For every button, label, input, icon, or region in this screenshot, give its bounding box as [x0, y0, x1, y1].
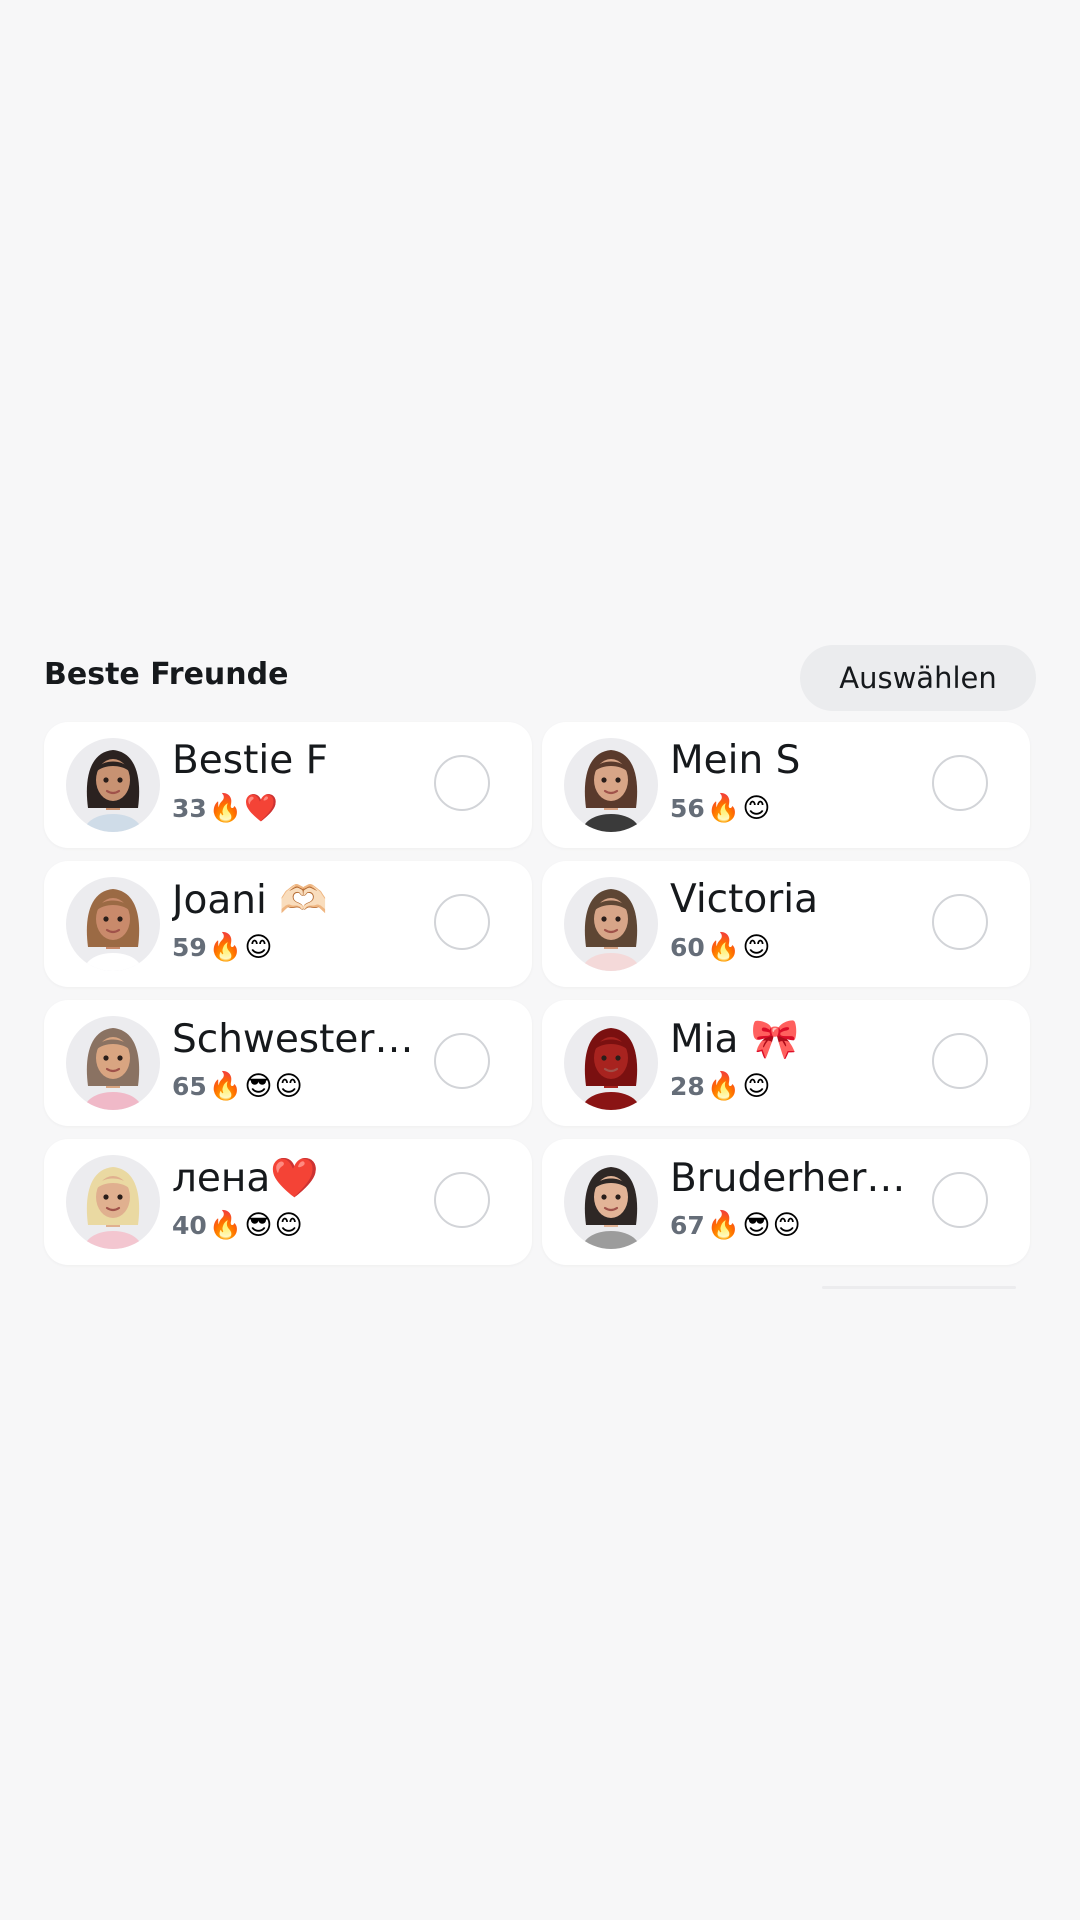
- streak-count: 33: [172, 794, 207, 823]
- streak-emoji-icon: 🔥: [208, 1071, 243, 1102]
- bitmoji-avatar: [564, 738, 658, 832]
- bitmoji-avatar: [66, 1155, 160, 1249]
- streak-emoji-icon: 😊: [274, 1071, 303, 1102]
- streak-emoji-icon: 🔥: [208, 1210, 243, 1241]
- friend-name: лена❤️: [172, 1156, 319, 1201]
- select-radio[interactable]: [434, 1033, 490, 1089]
- best-friends-header: Beste Freunde Auswählen: [44, 645, 1036, 711]
- streak-emoji-icon: 🔥: [706, 1071, 741, 1102]
- select-radio[interactable]: [932, 894, 988, 950]
- streak-emoji-icon: 😊: [742, 932, 771, 963]
- select-radio[interactable]: [434, 755, 490, 811]
- streak-emoji-icon: 🔥: [706, 793, 741, 824]
- streak-info: 65 🔥 😎 😊: [172, 1072, 303, 1101]
- friend-name: Schwester 🌸: [172, 1017, 422, 1062]
- bitmoji-avatar: [66, 738, 160, 832]
- friend-card[interactable]: Bruderherz 💙 67 🔥😎😊: [542, 1139, 1030, 1265]
- streak-emoji-icon: 😊: [772, 1210, 801, 1241]
- friend-name: Mein S: [670, 738, 801, 783]
- streak-info: 56 🔥 😊: [670, 794, 771, 823]
- friend-card[interactable]: Joani 🫶🏻 59 🔥 😊: [44, 861, 532, 987]
- friend-card[interactable]: лена❤️ 40 🔥 😎 😊: [44, 1139, 532, 1265]
- bitmoji-avatar: [564, 877, 658, 971]
- friend-card[interactable]: Mia 🎀 28 🔥 😊: [542, 1000, 1030, 1126]
- select-radio[interactable]: [434, 1172, 490, 1228]
- friend-name: Joani 🫶🏻: [172, 878, 328, 923]
- streak-count: 65: [172, 1072, 207, 1101]
- streak-info: 60 🔥 😊: [670, 933, 771, 962]
- streak-info: 28 🔥 😊: [670, 1072, 771, 1101]
- streak-emoji-icon: 🔥: [208, 793, 243, 824]
- select-button[interactable]: Auswählen: [800, 645, 1036, 711]
- select-radio[interactable]: [932, 755, 988, 811]
- streak-emoji-icon: 😊: [274, 1210, 303, 1241]
- friend-name: Victoria: [670, 877, 819, 922]
- streak-info: 59 🔥 😊: [172, 933, 273, 962]
- streak-emoji-icon: 😊: [244, 932, 273, 963]
- scroll-indicator: [822, 1286, 1016, 1289]
- streak-info: 40 🔥 😎 😊: [172, 1211, 303, 1240]
- friend-card[interactable]: Schwester 🌸 65 🔥 😎 😊: [44, 1000, 532, 1126]
- streak-emoji-icon: 🔥: [208, 932, 243, 963]
- streak-count: 59: [172, 933, 207, 962]
- section-title: Beste Freunde: [44, 657, 289, 692]
- streak-emoji-icon: 🔥: [706, 1210, 741, 1241]
- friend-name: Bruderherz 💙: [670, 1156, 920, 1201]
- select-radio[interactable]: [932, 1033, 988, 1089]
- streak-count: 56: [670, 794, 705, 823]
- streak-emoji-icon: 😊: [742, 1071, 771, 1102]
- bitmoji-avatar: [66, 1016, 160, 1110]
- streak-count: 60: [670, 933, 705, 962]
- streak-info: 67 🔥 😎 😊: [670, 1211, 801, 1240]
- select-radio[interactable]: [932, 1172, 988, 1228]
- streak-emoji-icon: 😎: [244, 1210, 273, 1241]
- streak-count: 28: [670, 1072, 705, 1101]
- streak-emoji-icon: ❤️: [244, 793, 279, 824]
- best-friends-grid: Bestie F 33 🔥 ❤️ Mein S 56 🔥 😊 Joani 🫶🏻 59…: [44, 722, 1030, 1265]
- streak-emoji-icon: 🔥: [706, 932, 741, 963]
- bitmoji-avatar: [564, 1155, 658, 1249]
- streak-emoji-icon: 😎: [742, 1210, 771, 1241]
- streak-emoji-icon: 😎: [244, 1071, 273, 1102]
- friend-name: Bestie F: [172, 738, 329, 783]
- streak-info: 33 🔥 ❤️: [172, 794, 278, 823]
- friend-name: Mia 🎀: [670, 1017, 800, 1062]
- bitmoji-avatar: [564, 1016, 658, 1110]
- friend-card[interactable]: Mein S 56 🔥 😊: [542, 722, 1030, 848]
- share-sheet-screen: Beste Freunde Auswählen Bestie F 33 🔥 ❤️ …: [0, 0, 1080, 1920]
- friend-card[interactable]: Victoria 60 🔥 😊: [542, 861, 1030, 987]
- bitmoji-avatar: [66, 877, 160, 971]
- friend-card[interactable]: Bestie F 33 🔥 ❤️: [44, 722, 532, 848]
- streak-count: 40: [172, 1211, 207, 1240]
- select-radio[interactable]: [434, 894, 490, 950]
- streak-emoji-icon: 😊: [742, 793, 771, 824]
- streak-count: 67: [670, 1211, 705, 1240]
